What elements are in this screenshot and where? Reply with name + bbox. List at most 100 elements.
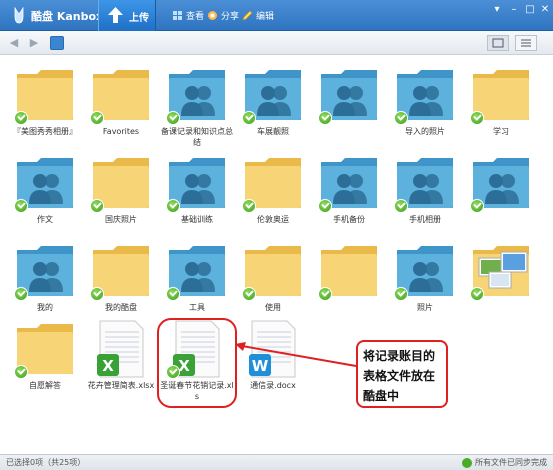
- folder-item[interactable]: 我的: [8, 242, 82, 322]
- kanbox-logo-icon: [14, 7, 24, 24]
- svg-text:X: X: [102, 357, 114, 375]
- synced-check-icon: [242, 287, 256, 301]
- thumbnail-view-button[interactable]: [487, 35, 509, 51]
- app-title: 酷盘 Kanbox: [31, 10, 104, 23]
- upload-arrow-icon: [108, 7, 123, 23]
- synced-check-icon: [318, 287, 332, 301]
- folder-item[interactable]: [312, 242, 386, 322]
- item-label: 通信录.docx: [250, 381, 296, 390]
- annotation-callout: 将记录账目的表格文件放在酷盘中: [356, 340, 448, 408]
- folder-item[interactable]: [312, 66, 386, 146]
- view-icon: [173, 11, 182, 20]
- item-label: 导入的照片: [405, 127, 445, 136]
- folder-item[interactable]: 使用: [236, 242, 310, 322]
- folder-item[interactable]: 学习: [464, 66, 538, 146]
- folder-item[interactable]: 照片: [388, 242, 462, 322]
- settings-icon[interactable]: ▾: [491, 4, 503, 16]
- share-button[interactable]: 分享: [207, 9, 239, 22]
- item-label: 学习: [493, 127, 509, 136]
- upload-button[interactable]: 上传: [98, 0, 156, 31]
- folder-item[interactable]: 导入的照片: [388, 66, 462, 146]
- synced-check-icon: [470, 111, 484, 125]
- item-label: 花卉管理简表.xlsx: [87, 381, 155, 390]
- item-label: 我的酷盘: [105, 303, 137, 312]
- list-view-icon: [521, 39, 531, 47]
- item-label: 自愿解答: [29, 381, 61, 390]
- maximize-icon[interactable]: □: [524, 4, 536, 16]
- synced-check-icon: [90, 287, 104, 301]
- synced-check-icon: [90, 199, 104, 213]
- selection-status: 已选择0项（共25项）: [6, 458, 86, 467]
- back-icon[interactable]: ◀: [8, 36, 20, 50]
- file-item[interactable]: X 花卉管理简表.xlsx: [84, 320, 158, 400]
- highlight-box: [157, 318, 237, 408]
- synced-check-icon: [470, 199, 484, 213]
- synced-check-icon: [166, 287, 180, 301]
- synced-check-icon: [242, 199, 256, 213]
- item-label: 我的: [37, 303, 53, 312]
- forward-icon[interactable]: ▶: [28, 36, 40, 50]
- item-label: 『美图秀秀相册』: [13, 127, 77, 136]
- thumbnail-view-icon: [492, 38, 504, 48]
- edit-label: 编辑: [256, 12, 275, 22]
- synced-check-icon: [166, 111, 180, 125]
- synced-check-icon: [166, 199, 180, 213]
- item-label: 手机相册: [409, 215, 441, 224]
- item-label: 国庆照片: [105, 215, 137, 224]
- synced-check-icon: [242, 111, 256, 125]
- file-grid: 『美图秀秀相册』 Favorites 备课记录和知识点总结 车展靓照 导入的照片 学习作文…: [0, 56, 553, 454]
- item-label: 基础训练: [181, 215, 213, 224]
- synced-check-icon: [394, 287, 408, 301]
- folder-item[interactable]: 基础训练: [160, 154, 234, 234]
- share-label: 分享: [221, 12, 240, 22]
- synced-check-icon: [14, 365, 28, 379]
- list-view-button[interactable]: [515, 35, 537, 51]
- close-icon[interactable]: ✕: [539, 4, 551, 16]
- folder-item[interactable]: [464, 154, 538, 234]
- navigation-toolbar: ◀ ▶: [0, 31, 553, 55]
- folder-item[interactable]: [464, 242, 538, 322]
- item-label: 作文: [37, 215, 53, 224]
- home-folder-icon[interactable]: [50, 36, 64, 50]
- item-label: 工具: [189, 303, 205, 312]
- upload-label: 上传: [129, 13, 149, 24]
- synced-check-icon: [394, 199, 408, 213]
- synced-check-icon: [90, 111, 104, 125]
- synced-check-icon: [14, 287, 28, 301]
- sync-check-icon: [462, 457, 472, 468]
- synced-check-icon: [318, 199, 332, 213]
- item-label: 车展靓照: [257, 127, 289, 136]
- share-icon: [208, 11, 217, 20]
- folder-item[interactable]: 伦敦奥运: [236, 154, 310, 234]
- annotation-arrow: [235, 342, 357, 367]
- folder-item[interactable]: Favorites: [84, 66, 158, 146]
- folder-item[interactable]: 车展靓照: [236, 66, 310, 146]
- synced-check-icon: [14, 199, 28, 213]
- edit-button[interactable]: 编辑: [242, 9, 274, 22]
- folder-item[interactable]: 工具: [160, 242, 234, 322]
- folder-item[interactable]: 自愿解答: [8, 320, 82, 400]
- item-label: 伦敦奥运: [257, 215, 289, 224]
- synced-check-icon: [14, 111, 28, 125]
- view-button[interactable]: 查看: [172, 9, 204, 22]
- folder-item[interactable]: 作文: [8, 154, 82, 234]
- folder-item[interactable]: 手机备份: [312, 154, 386, 234]
- folder-item[interactable]: 『美图秀秀相册』: [8, 66, 82, 146]
- item-label: 照片: [417, 303, 433, 312]
- synced-check-icon: [470, 287, 484, 301]
- edit-icon: [242, 10, 253, 21]
- folder-item[interactable]: 备课记录和知识点总结: [160, 66, 234, 147]
- view-label: 查看: [186, 12, 205, 22]
- sync-status-text: 所有文件已同步完成: [475, 458, 547, 467]
- item-label: 手机备份: [333, 215, 365, 224]
- synced-check-icon: [318, 111, 332, 125]
- excel-spreadsheet-icon: X: [91, 320, 151, 378]
- folder-item[interactable]: 我的酷盘: [84, 242, 158, 322]
- title-bar: 酷盘 Kanbox 上传 查看 分享 编辑 ▾ – □ ✕: [0, 0, 553, 31]
- sync-status: 所有文件已同步完成: [462, 457, 547, 468]
- minimize-icon[interactable]: –: [508, 4, 520, 16]
- item-label: 使用: [265, 303, 281, 312]
- folder-item[interactable]: 国庆照片: [84, 154, 158, 234]
- item-label: Favorites: [102, 127, 140, 136]
- folder-item[interactable]: 手机相册: [388, 154, 462, 234]
